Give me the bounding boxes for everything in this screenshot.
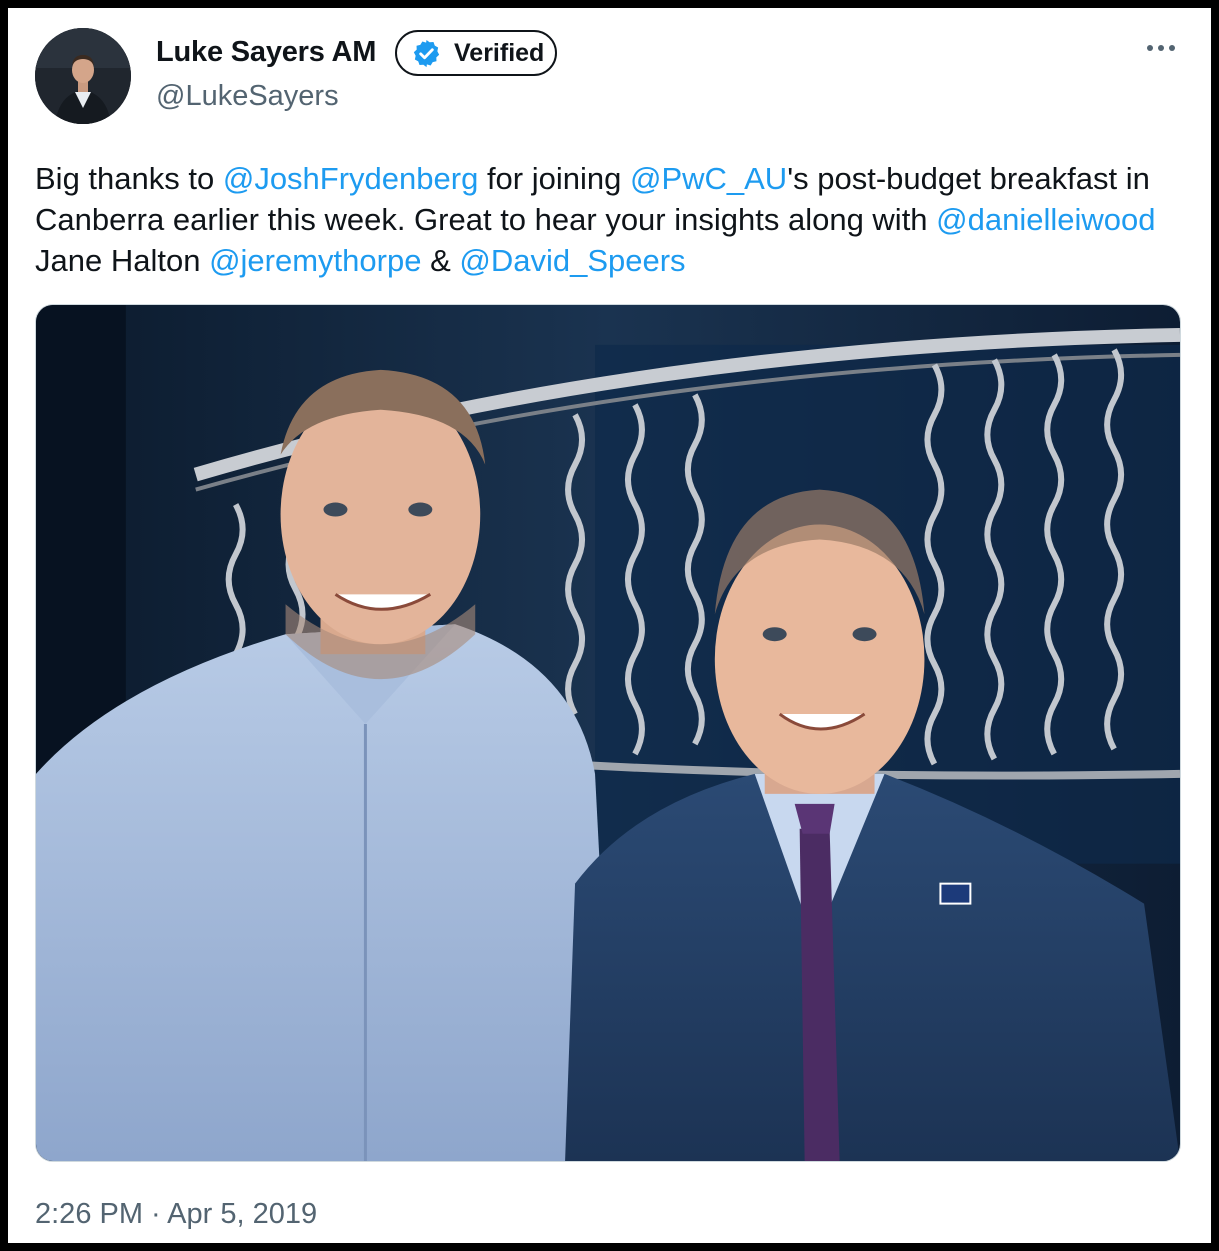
verified-label: Verified [454, 38, 545, 67]
tweet-text: Big thanks to @JoshFrydenberg for joinin… [35, 158, 1195, 281]
tweet-text-segment: Jane Halton [35, 243, 210, 278]
author-handle[interactable]: @LukeSayers [156, 80, 339, 113]
author-name[interactable]: Luke Sayers AM [156, 36, 376, 69]
tweet-text-segment: & [421, 243, 460, 278]
tweet-photo[interactable] [35, 304, 1181, 1162]
verified-badge-icon [413, 39, 440, 67]
mention-jeremy-thorpe[interactable]: @jeremythorpe [209, 243, 421, 278]
mention-danielle-wood[interactable]: @danielleiwood [936, 202, 1155, 237]
tweet-card: Luke Sayers AM Verified @LukeSayers Big … [8, 8, 1211, 1243]
tweet-text-segment: Big thanks to [35, 161, 223, 196]
mention-pwc-au[interactable]: @PwC_AU [630, 161, 787, 196]
verified-badge[interactable]: Verified [395, 30, 557, 76]
more-options-icon[interactable] [1139, 38, 1183, 58]
tweet-timestamp[interactable]: 2:26 PM · Apr 5, 2019 [35, 1198, 317, 1231]
avatar[interactable] [35, 28, 131, 124]
mention-josh-frydenberg[interactable]: @JoshFrydenberg [223, 161, 478, 196]
photo-two-men [36, 305, 1180, 1161]
mention-david-speers[interactable]: @David_Speers [459, 243, 685, 278]
tweet-text-segment: for joining [478, 161, 630, 196]
avatar-photo [35, 28, 131, 124]
